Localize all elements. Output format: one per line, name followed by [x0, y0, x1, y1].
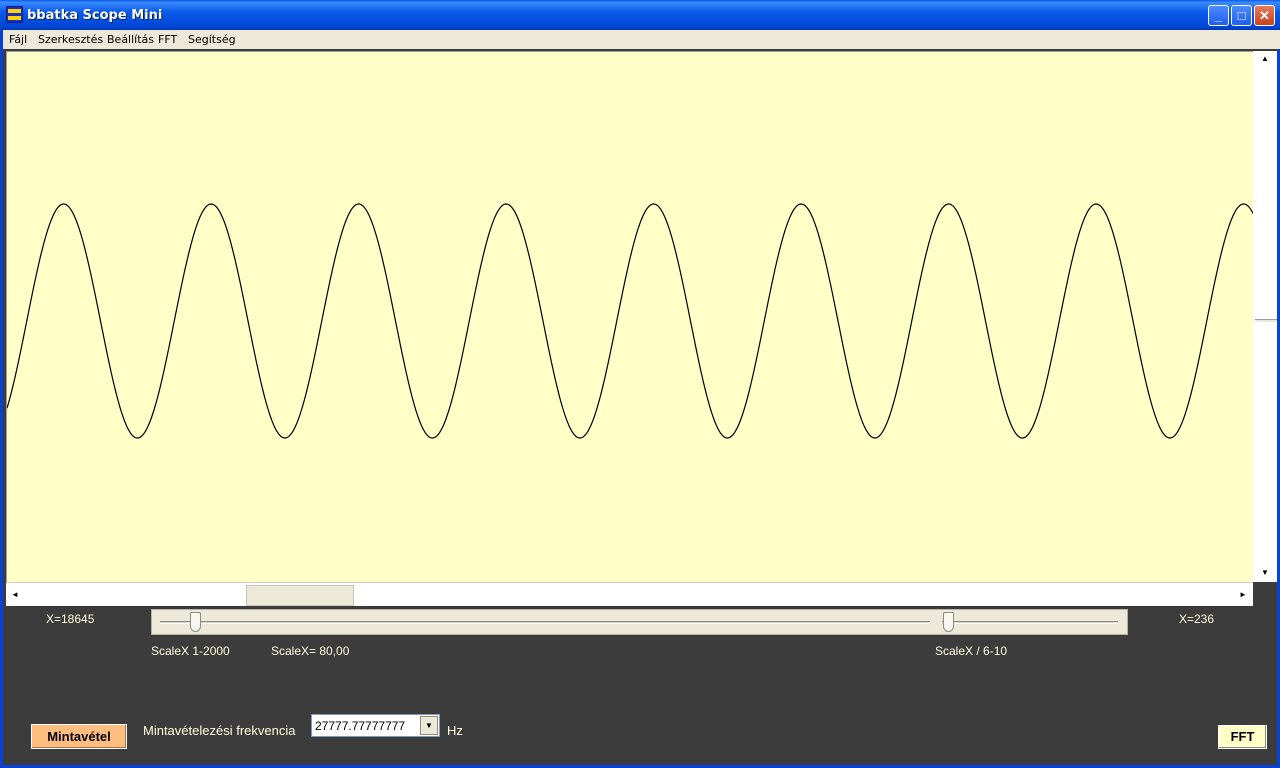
close-button[interactable]: ✕ [1254, 5, 1275, 26]
scroll-down-arrow-icon[interactable]: ▼ [1255, 566, 1275, 580]
app-icon [6, 6, 23, 23]
scale-slider-track[interactable] [160, 621, 930, 624]
sample-button[interactable]: Mintavétel [31, 724, 127, 749]
freq-label: Mintavételezési frekvencia [143, 723, 296, 738]
waveform-canvas [7, 203, 1254, 439]
chevron-down-icon[interactable]: ▼ [420, 716, 438, 735]
frequency-value: 27777.77777777 [315, 719, 406, 733]
menu-file[interactable]: Fájl [9, 33, 27, 46]
menu-help[interactable]: Segítség [188, 33, 236, 46]
menu-bar: Fájl Szerkesztés Beállítás FFT Segítség [3, 30, 1280, 49]
vertical-scrollbar[interactable]: ▲ ▼ [1253, 51, 1277, 582]
frequency-select[interactable]: 27777.77777777 ▼ [311, 714, 440, 737]
x-right-readout: X=236 [1179, 612, 1215, 626]
scroll-corner [1253, 582, 1277, 606]
horizontal-scrollbar[interactable]: ◄ ► [6, 582, 1253, 606]
window-title: bbatka Scope Mini [27, 8, 163, 23]
app-window: bbatka Scope Mini _ □ ✕ Fájl Szerkesztés… [0, 0, 1280, 768]
scale-slider-thumb[interactable] [190, 612, 201, 632]
scroll-right-arrow-icon[interactable]: ► [1236, 586, 1250, 604]
waveform-trace [7, 203, 1254, 439]
menu-edit[interactable]: Szerkesztés [38, 33, 103, 46]
x-left-readout: X=18645 [46, 612, 95, 626]
vertical-scroll-thumb[interactable] [1255, 319, 1277, 322]
scale-slider-panel [151, 609, 1128, 635]
freq-unit-label: Hz [447, 723, 463, 738]
fft-button[interactable]: FFT [1218, 725, 1267, 749]
scale-div-slider-thumb[interactable] [943, 612, 954, 632]
scale-range-label: ScaleX 1-2000 [151, 644, 230, 658]
scale-div-label: ScaleX / 6-10 [935, 644, 1008, 658]
menu-settings[interactable]: Beállítás [107, 33, 154, 46]
menu-fft[interactable]: FFT [158, 33, 177, 46]
oscilloscope-plot[interactable] [6, 51, 1254, 582]
scale-value-label: ScaleX= 80,00 [271, 644, 350, 658]
scroll-up-arrow-icon[interactable]: ▲ [1255, 52, 1275, 66]
scale-div-slider-track[interactable] [942, 621, 1118, 624]
horizontal-scroll-thumb[interactable] [246, 585, 354, 606]
minimize-button[interactable]: _ [1208, 5, 1229, 26]
scroll-left-arrow-icon[interactable]: ◄ [8, 586, 22, 604]
maximize-button[interactable]: □ [1231, 5, 1252, 26]
title-bar[interactable]: bbatka Scope Mini _ □ ✕ [0, 0, 1280, 30]
